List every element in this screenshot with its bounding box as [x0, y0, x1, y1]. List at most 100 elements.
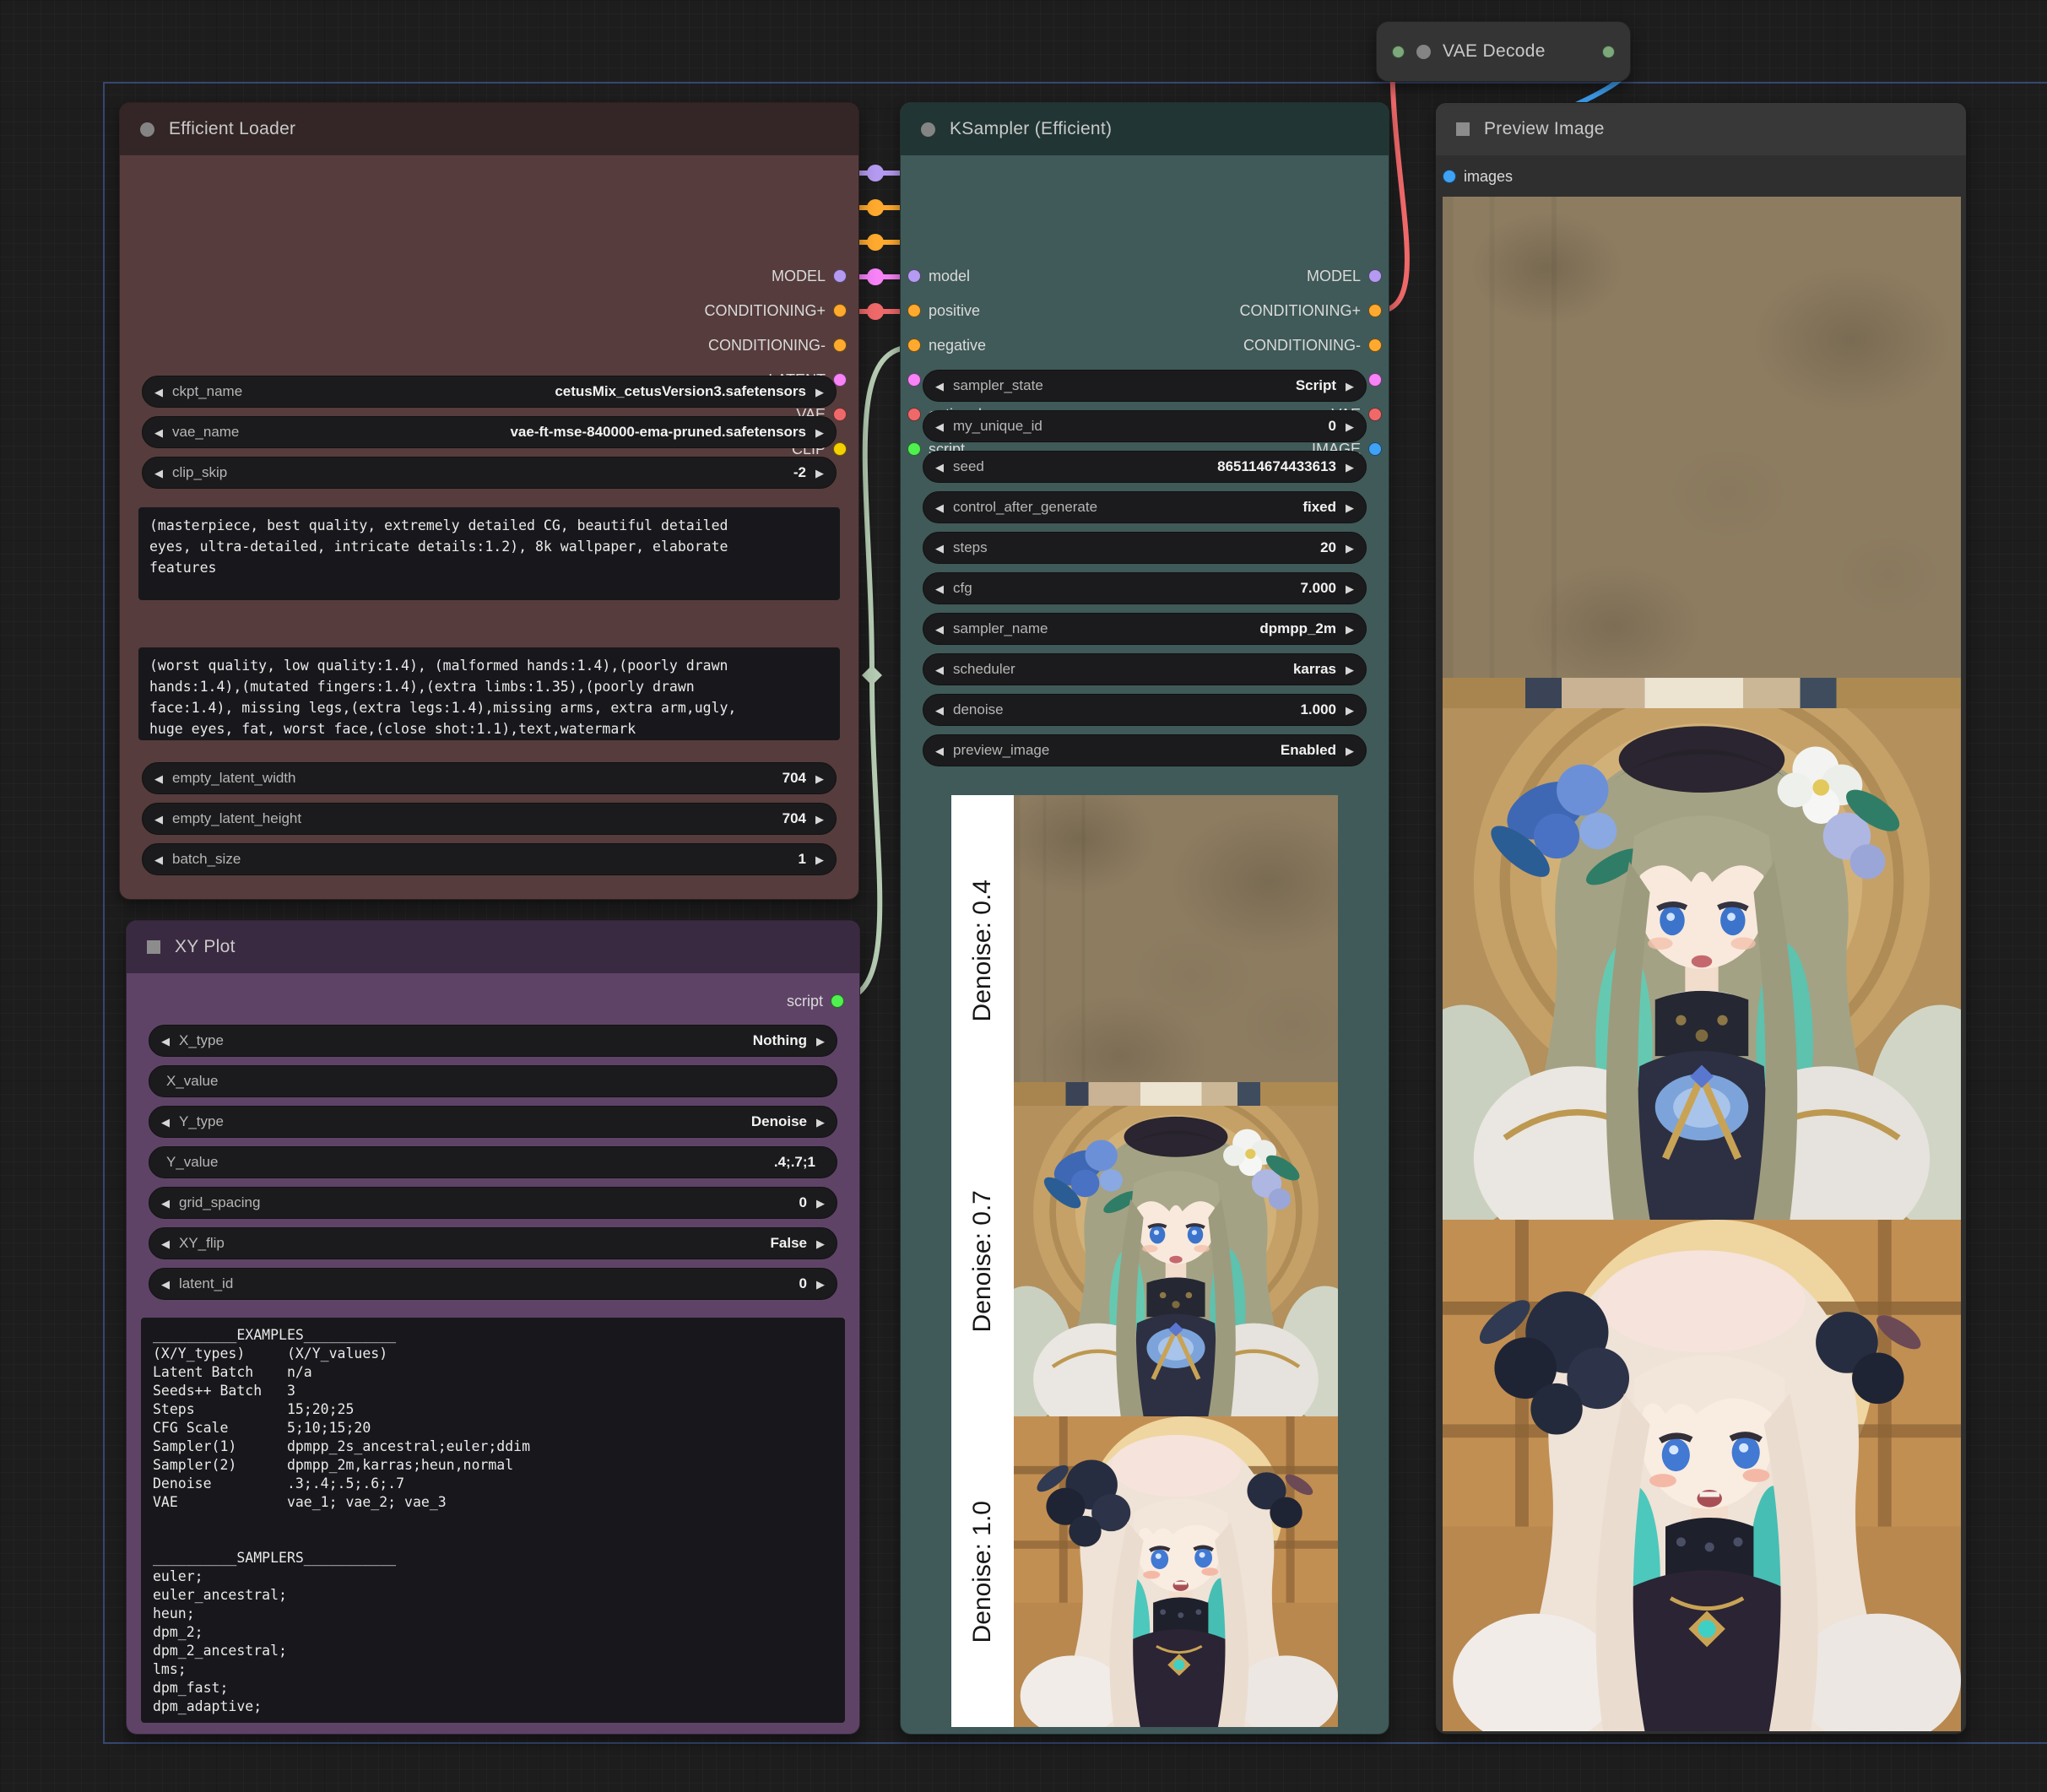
widget-preview-image[interactable]: ◀ preview_image Enabled ▶: [923, 734, 1367, 766]
increment-arrow-icon[interactable]: ▶: [1346, 705, 1354, 716]
output-port-conditioning-plus[interactable]: CONDITIONING+: [1239, 299, 1382, 322]
positive-prompt-textarea[interactable]: (masterpiece, best quality, extremely de…: [138, 507, 840, 600]
widget-sampler-state[interactable]: ◀ sampler_state Script ▶: [923, 370, 1367, 402]
widget-x-value[interactable]: X_value: [149, 1065, 837, 1097]
increment-arrow-icon[interactable]: ▶: [816, 1198, 825, 1209]
positive-link-midpoint[interactable]: [867, 199, 884, 216]
increment-arrow-icon[interactable]: ▶: [815, 814, 824, 825]
decrement-arrow-icon[interactable]: ◀: [935, 745, 944, 756]
increment-arrow-icon[interactable]: ▶: [1346, 583, 1354, 594]
decrement-arrow-icon[interactable]: ◀: [161, 1036, 170, 1047]
decrement-arrow-icon[interactable]: ◀: [935, 462, 944, 473]
widget-y-type[interactable]: ◀ Y_type Denoise ▶: [149, 1106, 837, 1138]
node-collapse-dot-icon[interactable]: [140, 122, 154, 137]
port-dot-image-out[interactable]: [1368, 442, 1382, 456]
port-dot-vae[interactable]: [833, 408, 847, 421]
decrement-arrow-icon[interactable]: ◀: [935, 624, 944, 635]
increment-arrow-icon[interactable]: ▶: [816, 1279, 825, 1290]
widget-y-value[interactable]: Y_value .4;.7;1: [149, 1146, 837, 1178]
collapsed-input-dot[interactable]: [1392, 46, 1405, 58]
collapsed-output-dot[interactable]: [1602, 46, 1615, 58]
widget-sampler-name[interactable]: ◀ sampler_name dpmpp_2m ▶: [923, 613, 1367, 645]
xy-plot-help-textarea[interactable]: __________EXAMPLES___________ (X/Y_types…: [141, 1318, 845, 1723]
increment-arrow-icon[interactable]: ▶: [1346, 745, 1354, 756]
negative-prompt-textarea[interactable]: (worst quality, low quality:1.4), (malfo…: [138, 647, 840, 740]
decrement-arrow-icon[interactable]: ◀: [935, 381, 944, 392]
port-dot-positive[interactable]: [907, 304, 921, 317]
decrement-arrow-icon[interactable]: ◀: [161, 1198, 170, 1209]
decrement-arrow-icon[interactable]: ◀: [935, 502, 944, 513]
port-dot-latent-image[interactable]: [907, 373, 921, 387]
widget-batch-size[interactable]: ◀ batch_size 1 ▶: [142, 843, 837, 875]
port-dot-latent-out[interactable]: [1368, 373, 1382, 387]
increment-arrow-icon[interactable]: ▶: [1346, 664, 1354, 675]
widget-xy-flip[interactable]: ◀ XY_flip False ▶: [149, 1227, 837, 1259]
decrement-arrow-icon[interactable]: ◀: [935, 664, 944, 675]
latent-link-midpoint[interactable]: [867, 268, 884, 285]
node-preview-image[interactable]: Preview Image images: [1435, 102, 1967, 1735]
decrement-arrow-icon[interactable]: ◀: [935, 705, 944, 716]
widget-cfg[interactable]: ◀ cfg 7.000 ▶: [923, 572, 1367, 604]
input-port-positive[interactable]: positive: [907, 299, 980, 322]
increment-arrow-icon[interactable]: ▶: [816, 1117, 825, 1128]
increment-arrow-icon[interactable]: ▶: [1346, 624, 1354, 635]
decrement-arrow-icon[interactable]: ◀: [154, 468, 163, 479]
widget-my-unique-id[interactable]: ◀ my_unique_id 0 ▶: [923, 410, 1367, 442]
output-port-conditioning-plus[interactable]: CONDITIONING+: [704, 299, 847, 322]
port-dot-model[interactable]: [833, 269, 847, 283]
decrement-arrow-icon[interactable]: ◀: [161, 1279, 170, 1290]
vae-link-midpoint[interactable]: [867, 303, 884, 320]
decrement-arrow-icon[interactable]: ◀: [154, 854, 163, 865]
node-header-xy-plot[interactable]: XY Plot: [127, 921, 859, 973]
increment-arrow-icon[interactable]: ▶: [815, 427, 824, 438]
decrement-arrow-icon[interactable]: ◀: [935, 421, 944, 432]
decrement-arrow-icon[interactable]: ◀: [154, 427, 163, 438]
increment-arrow-icon[interactable]: ▶: [815, 387, 824, 398]
port-dot-script[interactable]: [831, 994, 844, 1008]
port-dot-vae-out[interactable]: [1368, 408, 1382, 421]
decrement-arrow-icon[interactable]: ◀: [935, 583, 944, 594]
node-vae-decode[interactable]: VAE Decode: [1376, 21, 1631, 82]
widget-vae-name[interactable]: ◀ vae_name vae-ft-mse-840000-ema-pruned.…: [142, 416, 837, 448]
decrement-arrow-icon[interactable]: ◀: [154, 387, 163, 398]
widget-clip-skip[interactable]: ◀ clip_skip -2 ▶: [142, 457, 837, 489]
port-dot-negative[interactable]: [907, 338, 921, 352]
decrement-arrow-icon[interactable]: ◀: [161, 1238, 170, 1249]
negative-link-midpoint[interactable]: [867, 234, 884, 251]
increment-arrow-icon[interactable]: ▶: [1346, 543, 1354, 554]
port-dot-conditioning-plus-out[interactable]: [1368, 304, 1382, 317]
output-port-model[interactable]: MODEL: [772, 264, 847, 288]
increment-arrow-icon[interactable]: ▶: [816, 1036, 825, 1047]
decrement-arrow-icon[interactable]: ◀: [161, 1117, 170, 1128]
increment-arrow-icon[interactable]: ▶: [1346, 462, 1354, 473]
port-dot-conditioning-minus-out[interactable]: [1368, 338, 1382, 352]
increment-arrow-icon[interactable]: ▶: [815, 468, 824, 479]
node-header-preview-image[interactable]: Preview Image: [1436, 103, 1966, 155]
input-port-images[interactable]: images: [1443, 165, 1513, 188]
port-dot-conditioning-minus[interactable]: [833, 338, 847, 352]
node-xy-plot[interactable]: XY Plot script ◀ X_type Nothing ▶ X_valu…: [126, 920, 860, 1735]
output-port-script[interactable]: script: [787, 989, 844, 1013]
widget-empty-latent-height[interactable]: ◀ empty_latent_height 704 ▶: [142, 803, 837, 835]
input-port-negative[interactable]: negative: [907, 333, 986, 357]
output-port-conditioning-minus[interactable]: CONDITIONING-: [708, 333, 847, 357]
port-dot-model[interactable]: [907, 269, 921, 283]
port-dot-conditioning-plus[interactable]: [833, 304, 847, 317]
output-port-model[interactable]: MODEL: [1307, 264, 1382, 288]
widget-ckpt-name[interactable]: ◀ ckpt_name cetusMix_cetusVersion3.safet…: [142, 376, 837, 408]
increment-arrow-icon[interactable]: ▶: [1346, 502, 1354, 513]
decrement-arrow-icon[interactable]: ◀: [154, 814, 163, 825]
node-efficient-loader[interactable]: Efficient Loader MODEL CONDITIONING+ CON…: [119, 102, 859, 900]
widget-grid-spacing[interactable]: ◀ grid_spacing 0 ▶: [149, 1187, 837, 1219]
widget-x-type[interactable]: ◀ X_type Nothing ▶: [149, 1025, 837, 1057]
increment-arrow-icon[interactable]: ▶: [1346, 421, 1354, 432]
model-link-midpoint[interactable]: [867, 165, 884, 181]
port-dot-optional-vae[interactable]: [907, 408, 921, 421]
node-collapse-dot-icon[interactable]: [1416, 45, 1431, 59]
widget-empty-latent-width[interactable]: ◀ empty_latent_width 704 ▶: [142, 762, 837, 794]
increment-arrow-icon[interactable]: ▶: [815, 773, 824, 784]
decrement-arrow-icon[interactable]: ◀: [154, 773, 163, 784]
node-header-efficient-loader[interactable]: Efficient Loader: [120, 103, 858, 155]
node-collapse-dot-icon[interactable]: [921, 122, 935, 137]
port-dot-images[interactable]: [1443, 170, 1456, 183]
